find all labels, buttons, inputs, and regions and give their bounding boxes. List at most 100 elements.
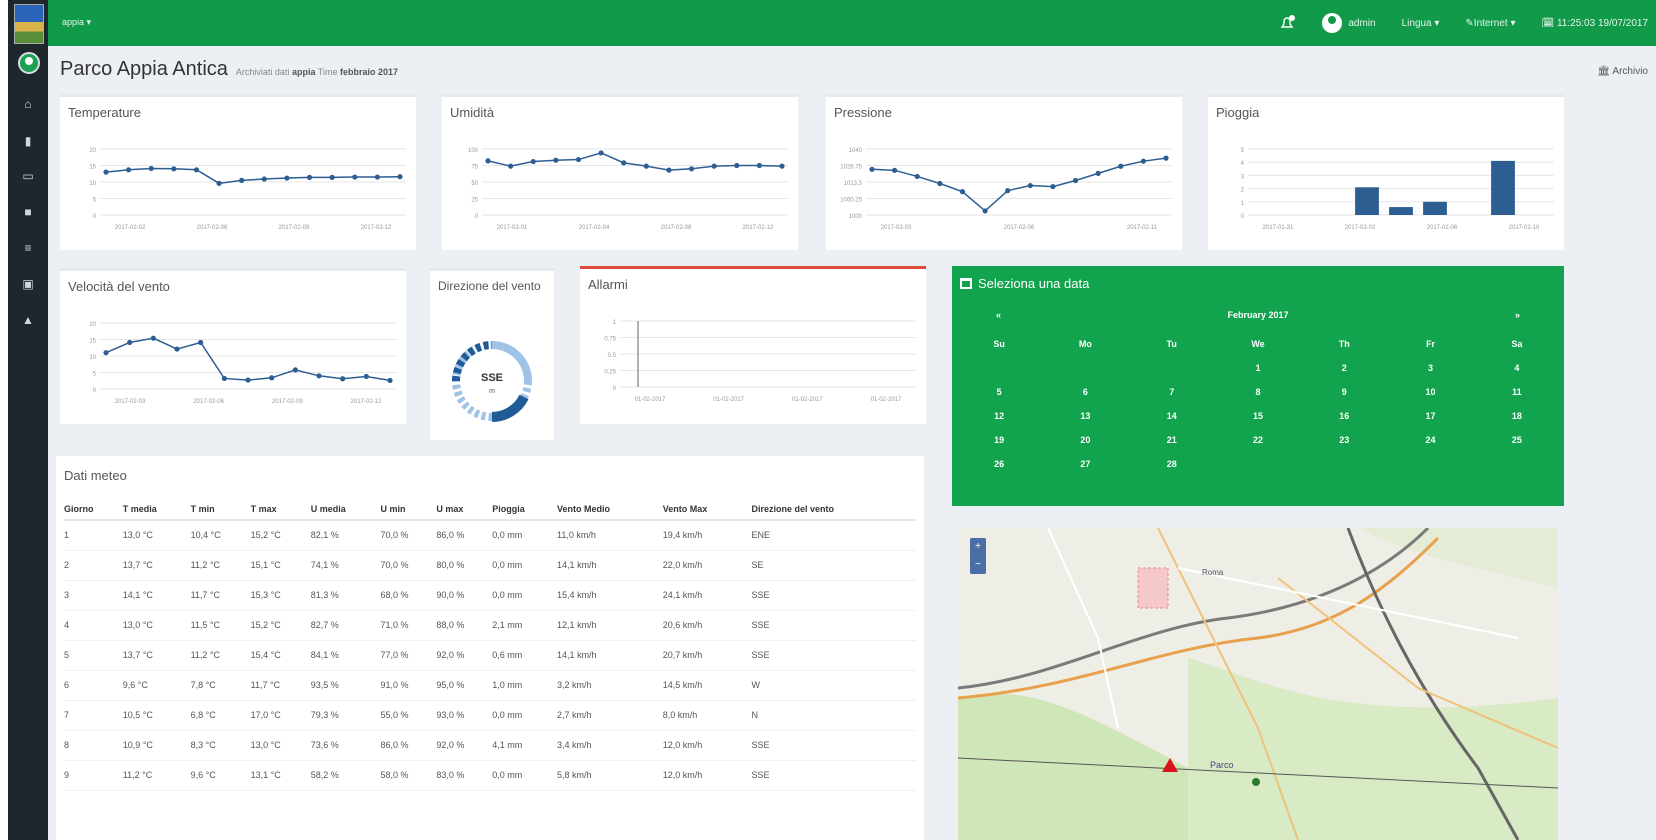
language-menu[interactable]: Lingua ▾ <box>1402 18 1440 29</box>
y-tick-label: 10 <box>89 355 96 361</box>
calendar-day[interactable]: 12 <box>956 404 1042 428</box>
calendar-day[interactable]: 9 <box>1301 380 1387 404</box>
y-tick-label: 4 <box>1241 161 1245 167</box>
list-icon[interactable]: ≡ <box>20 240 36 256</box>
column-header[interactable]: Giorno <box>64 498 123 521</box>
table-cell: 8,3 °C <box>190 730 251 761</box>
column-header[interactable]: U min <box>380 498 437 521</box>
data-point <box>666 167 672 173</box>
monitor-icon[interactable]: ▭ <box>20 168 36 184</box>
user-icon[interactable]: ▲ <box>20 312 36 328</box>
y-tick-label: 15 <box>89 339 96 345</box>
camera-icon[interactable]: ■ <box>20 204 36 220</box>
map-zoom-controls: + − <box>970 538 986 574</box>
calendar-day[interactable]: 22 <box>1215 428 1301 452</box>
calendar-day[interactable]: 15 <box>1215 404 1301 428</box>
y-tick-label: 25 <box>471 198 478 204</box>
y-tick-label: 0 <box>1241 214 1245 220</box>
calendar-day[interactable]: 7 <box>1129 380 1215 404</box>
column-header[interactable]: Vento Max <box>662 498 752 521</box>
table-row: 9 11,2 °C 9,6 °C 13,1 °C 58,2 % 58,0 % 83,0 % 0… <box>64 760 916 791</box>
y-tick-label: 20 <box>89 148 96 154</box>
app-logo[interactable] <box>14 4 44 44</box>
table-cell: 70,0 % <box>380 550 437 581</box>
x-tick-label: 2017-02-06 <box>1427 225 1458 231</box>
weekday-label: Tu <box>1166 339 1177 349</box>
home-icon[interactable]: ⌂ <box>20 96 36 112</box>
column-header[interactable]: Pioggia <box>492 498 558 521</box>
calendar-day[interactable]: 6 <box>1042 380 1128 404</box>
calendar-day[interactable]: 13 <box>1042 404 1128 428</box>
data-point <box>103 169 109 175</box>
calendar-day[interactable]: 17 <box>1387 404 1473 428</box>
data-point <box>530 158 536 165</box>
table-body: 1 13,0 °C 10,4 °C 15,2 °C 82,1 % 70,0 % 86,0 %… <box>64 520 916 791</box>
table-cell: N <box>751 700 916 731</box>
table-cell: 95,0 % <box>436 670 493 701</box>
column-header[interactable]: T media <box>122 498 191 521</box>
table-cell: SSE <box>751 640 916 671</box>
sidebar-user-avatar[interactable] <box>18 52 40 74</box>
calendar-day[interactable]: 2 <box>1301 356 1387 380</box>
column-header[interactable]: Direzione del vento <box>751 498 916 521</box>
column-header[interactable]: Vento Medio <box>557 498 663 521</box>
user-menu[interactable]: admin <box>1322 13 1376 33</box>
calendar-day[interactable]: 18 <box>1474 404 1560 428</box>
data-point <box>261 176 267 182</box>
calendar-day[interactable]: 1 <box>1215 356 1301 380</box>
data-point <box>127 339 133 346</box>
data-point <box>575 156 582 163</box>
calendar-day[interactable]: 24 <box>1387 428 1473 452</box>
table-cell: 10,9 °C <box>122 730 191 761</box>
calendar-day[interactable]: 14 <box>1129 404 1215 428</box>
calendar-day[interactable]: 19 <box>956 428 1042 452</box>
y-tick-label: 0 <box>613 386 617 392</box>
calendar-day[interactable]: 27 <box>1042 452 1128 476</box>
table-cell: 11,7 °C <box>250 670 311 701</box>
calendar-day[interactable]: 25 <box>1474 428 1560 452</box>
data-point <box>198 339 204 346</box>
app-menu[interactable]: appia ▾ <box>62 17 91 28</box>
column-header[interactable]: T max <box>250 498 311 521</box>
calendar-icon <box>960 278 972 289</box>
calendar-day[interactable]: 26 <box>956 452 1042 476</box>
zoom-in-button[interactable]: + <box>970 538 986 556</box>
table-cell: 2 <box>64 550 123 581</box>
notifications-icon[interactable] <box>1278 14 1296 32</box>
column-header[interactable]: U max <box>436 498 493 521</box>
card-title: Dati meteo <box>64 468 127 483</box>
table-cell: 92,0 % <box>436 730 493 761</box>
calendar-day[interactable]: 23 <box>1301 428 1387 452</box>
calendar-day[interactable]: 5 <box>956 380 1042 404</box>
next-month-button[interactable]: » <box>1515 310 1520 320</box>
x-tick-label: 2017-01-31 <box>1263 225 1294 231</box>
book-icon[interactable]: ▮ <box>20 133 36 149</box>
archive-link[interactable]: 🏛 Archivio <box>1598 66 1649 77</box>
humidity-card: Umidità 100 75 50 25 0 2017-02-01 2017-02-04 20… <box>442 94 798 250</box>
calendar-day[interactable]: 20 <box>1042 428 1128 452</box>
calendar-day[interactable]: 10 <box>1387 380 1473 404</box>
internet-menu[interactable]: ✎Internet ▾ <box>1465 18 1515 29</box>
column-header[interactable]: U media <box>310 498 381 521</box>
main-content: Parco Appia Antica Archiviati dati appia… <box>48 46 1656 840</box>
page-title: Parco Appia Antica <box>60 58 228 80</box>
table-cell: 17,0 °C <box>250 700 311 731</box>
calendar-day[interactable]: 8 <box>1215 380 1301 404</box>
table-cell: 11,7 °C <box>190 580 251 611</box>
column-header[interactable]: T min <box>190 498 251 521</box>
table-cell: 0,6 mm <box>492 640 558 671</box>
weekday-label: Sa <box>1511 339 1523 349</box>
calendar-day[interactable]: 16 <box>1301 404 1387 428</box>
calendar-day[interactable]: 4 <box>1474 356 1560 380</box>
calendar-day[interactable]: 11 <box>1474 380 1560 404</box>
y-tick-label: 0 <box>93 214 97 220</box>
calendar-day[interactable]: 21 <box>1129 428 1215 452</box>
user-name: admin <box>1348 17 1376 29</box>
data-point <box>329 174 335 180</box>
calendar-day[interactable]: 28 <box>1129 452 1215 476</box>
zoom-out-button[interactable]: − <box>970 556 986 574</box>
calendar-day[interactable]: 3 <box>1387 356 1473 380</box>
calendar-month[interactable]: February 2017 <box>952 310 1564 320</box>
calendar-icon[interactable]: ▣ <box>20 276 36 292</box>
station-map[interactable]: Parco Roma + − <box>958 528 1558 840</box>
